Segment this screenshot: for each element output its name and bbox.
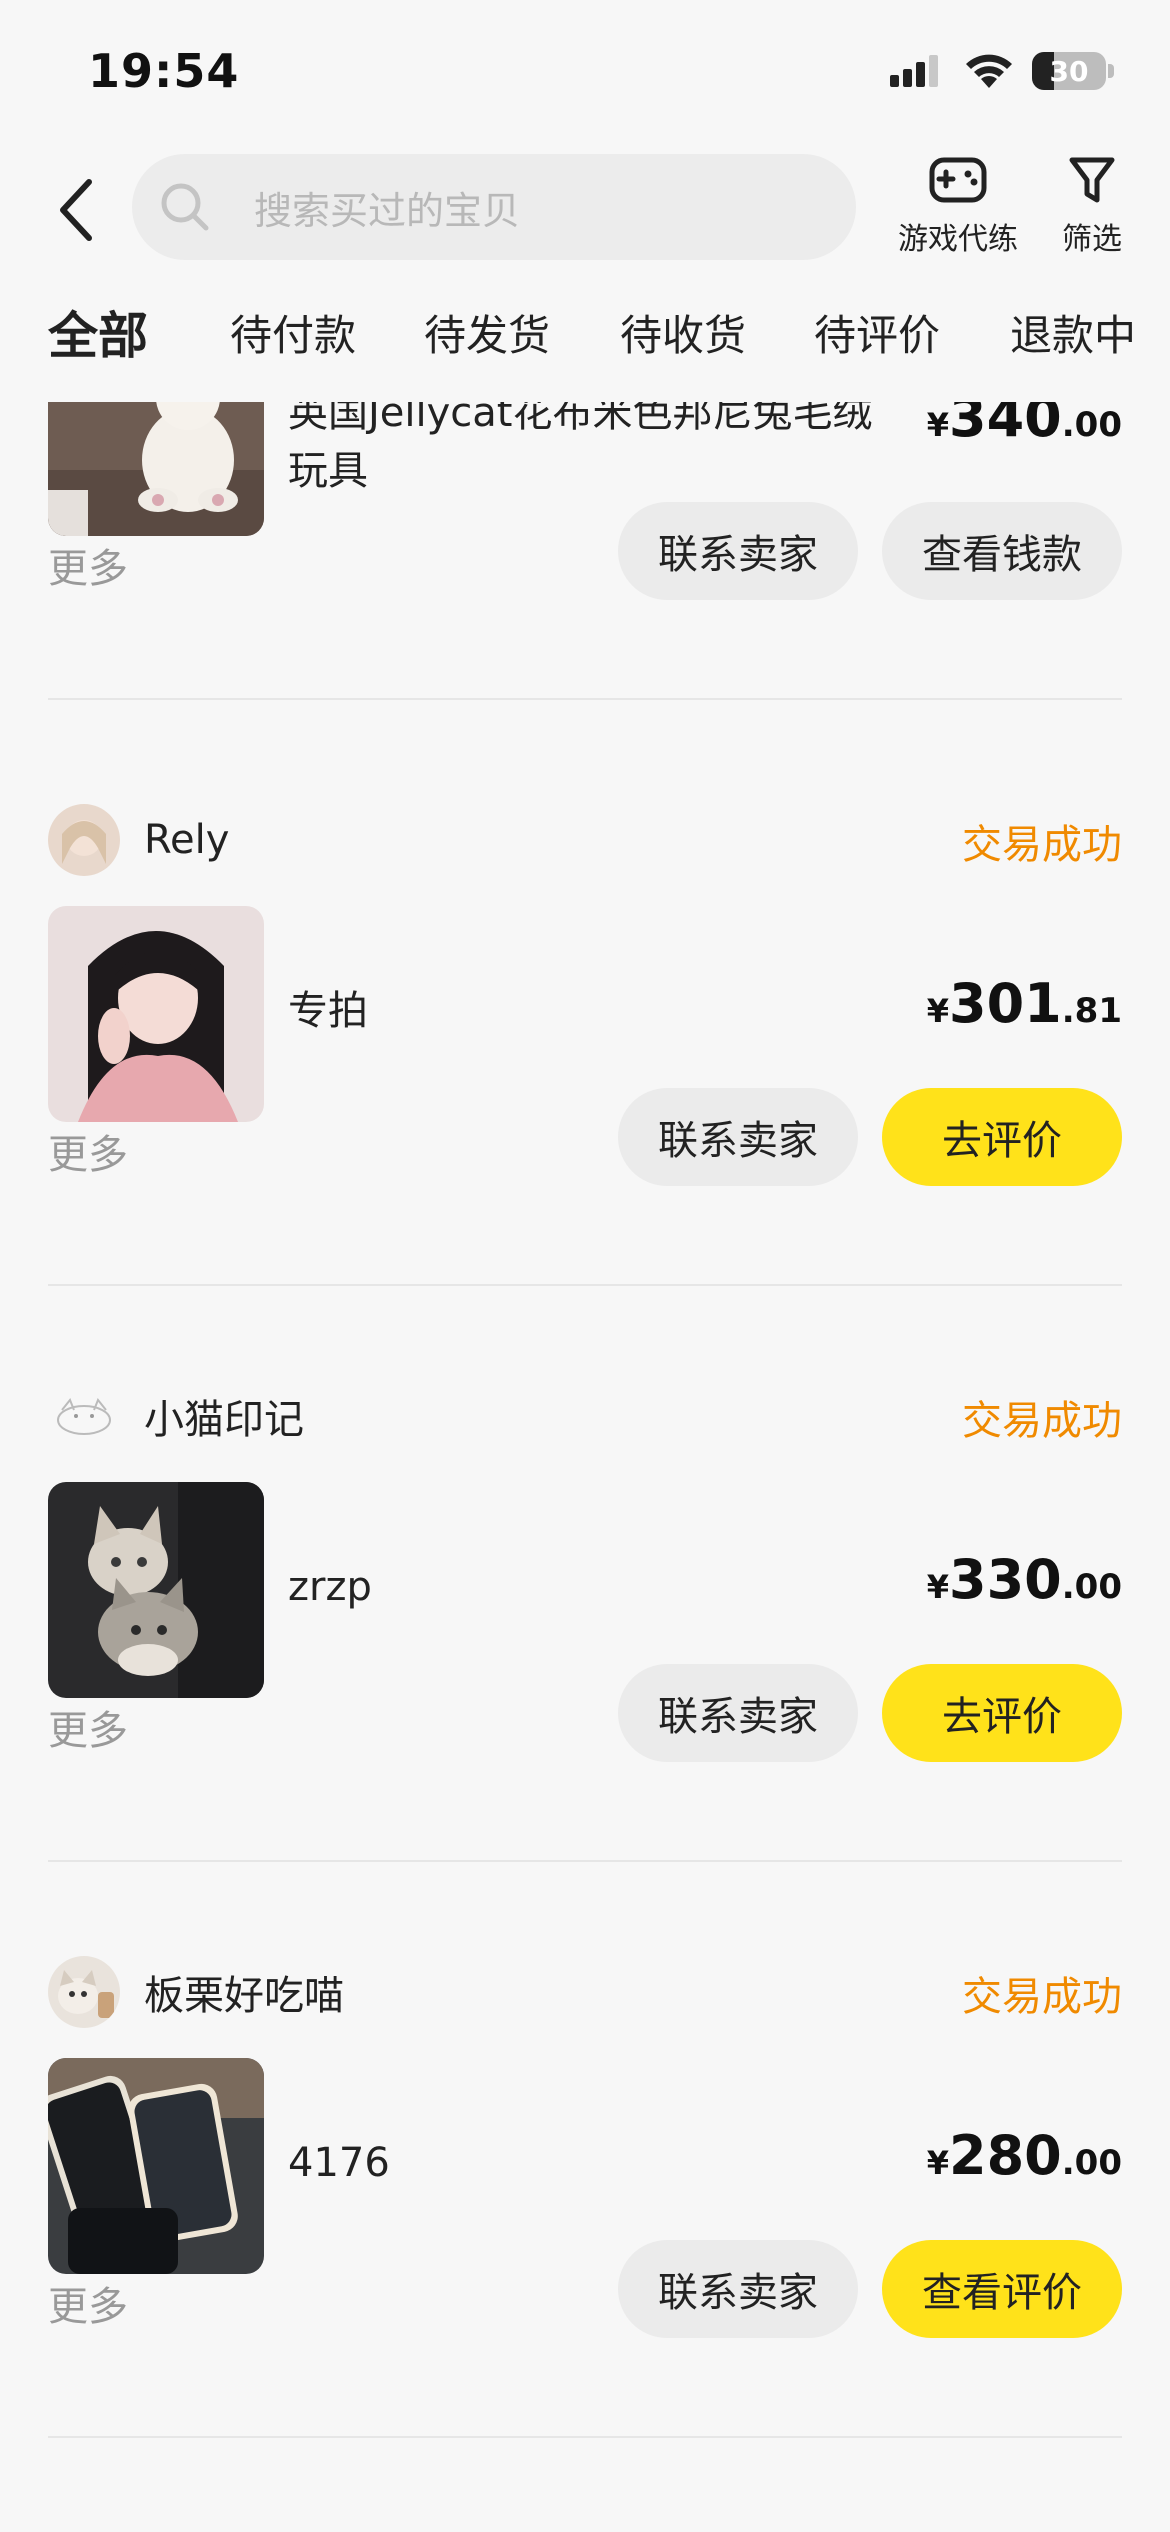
contact-seller-button[interactable]: 联系卖家 bbox=[618, 2240, 858, 2338]
order-card: Rely 交易成功 专拍 ¥301.81 更多 联系卖家 去评价 bbox=[0, 802, 1170, 1378]
battery-icon: 30 bbox=[1032, 52, 1106, 90]
divider bbox=[48, 698, 1122, 700]
more-button[interactable]: 更多 bbox=[48, 1122, 128, 1180]
price-integer: 330 bbox=[949, 1548, 1062, 1611]
tab-pending-payment-label: 待付款 bbox=[230, 311, 357, 360]
tab-refunding-label: 退款中 bbox=[1010, 311, 1137, 360]
shop-name: 板栗好吃喵 bbox=[144, 1973, 344, 2019]
price-currency: ¥ bbox=[926, 2144, 950, 2182]
tab-pending-receipt-label: 待收货 bbox=[620, 311, 747, 360]
price-integer: 340 bbox=[949, 402, 1062, 449]
price-currency: ¥ bbox=[926, 406, 950, 444]
shop-avatar bbox=[48, 1956, 120, 2028]
order-status: 交易成功 bbox=[962, 1974, 1122, 2020]
price-integer: 301 bbox=[949, 972, 1062, 1035]
tab-all[interactable]: 全部 bbox=[48, 296, 148, 368]
divider bbox=[48, 2436, 1122, 2438]
order-list[interactable]: 英国Jellycat花布米色邦尼兔毛绒玩具 ¥340.00 更多 联系卖家 查看… bbox=[0, 402, 1170, 2532]
price-currency: ¥ bbox=[926, 992, 950, 1030]
item-title[interactable]: 英国Jellycat花布米色邦尼兔毛绒玩具 bbox=[288, 402, 888, 500]
product-image-photo[interactable] bbox=[48, 906, 264, 1122]
product-image-phones[interactable] bbox=[48, 2058, 264, 2274]
wifi-icon bbox=[966, 54, 1012, 88]
order-card: 英国Jellycat花布米色邦尼兔毛绒玩具 ¥340.00 更多 联系卖家 查看… bbox=[0, 402, 1170, 792]
status-time: 19:54 bbox=[88, 44, 240, 98]
order-list-page: 19:54 30 搜索买过的宝贝 游戏代练 筛选 全部 待付款 待发货 待收货 … bbox=[0, 0, 1170, 2532]
product-image-bunny-plush[interactable] bbox=[48, 402, 264, 536]
contact-seller-button[interactable]: 联系卖家 bbox=[618, 502, 858, 600]
chevron-left-icon bbox=[60, 179, 92, 241]
shop-row[interactable]: Rely 交易成功 bbox=[48, 802, 1122, 878]
tab-pending-review-label: 待评价 bbox=[814, 311, 941, 360]
view-review-button[interactable]: 查看评价 bbox=[882, 2240, 1122, 2338]
price-decimal: .00 bbox=[1061, 1567, 1122, 1607]
item-price: ¥301.81 bbox=[927, 972, 1122, 1035]
battery-tip bbox=[1108, 64, 1114, 78]
shop-name: Rely bbox=[144, 817, 230, 863]
item-title[interactable]: 4176 bbox=[288, 2134, 888, 2192]
more-button[interactable]: 更多 bbox=[48, 536, 128, 594]
contact-seller-button[interactable]: 联系卖家 bbox=[618, 1664, 858, 1762]
price-decimal: .00 bbox=[1061, 2143, 1122, 2183]
price-integer: 280 bbox=[949, 2124, 1062, 2187]
divider bbox=[48, 1284, 1122, 1286]
order-status: 交易成功 bbox=[962, 1398, 1122, 1444]
divider bbox=[48, 1860, 1122, 1862]
item-title[interactable]: 专拍 bbox=[288, 982, 888, 1040]
gamepad-icon bbox=[929, 157, 987, 203]
product-image-kittens[interactable] bbox=[48, 1482, 264, 1698]
status-icons: 30 bbox=[890, 52, 1114, 90]
order-status: 交易成功 bbox=[962, 822, 1122, 868]
contact-seller-button[interactable]: 联系卖家 bbox=[618, 1088, 858, 1186]
more-button[interactable]: 更多 bbox=[48, 1698, 128, 1756]
game-boost-label: 游戏代练 bbox=[898, 222, 1018, 257]
search-input[interactable]: 搜索买过的宝贝 bbox=[132, 154, 856, 260]
header: 搜索买过的宝贝 游戏代练 筛选 bbox=[0, 150, 1170, 270]
shop-name: 小猫印记 bbox=[144, 1397, 304, 1443]
item-price: ¥340.00 bbox=[927, 402, 1122, 449]
price-decimal: .81 bbox=[1061, 991, 1122, 1031]
tab-pending-review[interactable]: 待评价 bbox=[814, 302, 940, 363]
filter-icon bbox=[1069, 157, 1115, 203]
shop-avatar bbox=[48, 1380, 120, 1452]
battery-level: 30 bbox=[1049, 54, 1089, 88]
status-bar: 19:54 30 bbox=[0, 0, 1170, 140]
item-title[interactable]: zrzp bbox=[288, 1558, 888, 1616]
back-button[interactable] bbox=[42, 170, 112, 250]
shop-row[interactable]: 小猫印记 交易成功 bbox=[48, 1378, 1122, 1454]
tab-refunding[interactable]: 退款中 bbox=[1010, 302, 1136, 363]
cellular-signal-icon bbox=[890, 55, 938, 87]
order-card: 小猫印记 交易成功 zrzp ¥330.00 更多 联系卖家 去评价 bbox=[0, 1378, 1170, 1954]
game-boost-button[interactable]: 游戏代练 bbox=[888, 154, 1028, 258]
filter-button[interactable]: 筛选 bbox=[1050, 154, 1134, 258]
write-review-button[interactable]: 去评价 bbox=[882, 1664, 1122, 1762]
shop-avatar bbox=[48, 804, 120, 876]
search-placeholder: 搜索买过的宝贝 bbox=[254, 188, 521, 233]
tab-pending-shipment[interactable]: 待发货 bbox=[424, 302, 550, 363]
item-price: ¥330.00 bbox=[927, 1548, 1122, 1611]
price-currency: ¥ bbox=[926, 1568, 950, 1606]
tab-all-label: 全部 bbox=[48, 307, 148, 365]
price-decimal: .00 bbox=[1061, 405, 1122, 445]
write-review-button[interactable]: 去评价 bbox=[882, 1088, 1122, 1186]
shop-row[interactable]: 板栗好吃喵 交易成功 bbox=[48, 1954, 1122, 2030]
more-button[interactable]: 更多 bbox=[48, 2274, 128, 2332]
view-payment-button[interactable]: 查看钱款 bbox=[882, 502, 1122, 600]
tab-pending-shipment-label: 待发货 bbox=[424, 311, 551, 360]
item-price: ¥280.00 bbox=[927, 2124, 1122, 2187]
order-card: 板栗好吃喵 交易成功 4176 ¥280.00 更多 联系卖家 查看评价 bbox=[0, 1954, 1170, 2530]
tab-pending-receipt[interactable]: 待收货 bbox=[620, 302, 746, 363]
filter-label: 筛选 bbox=[1062, 222, 1122, 257]
search-icon bbox=[161, 183, 209, 231]
order-tabs: 全部 待付款 待发货 待收货 待评价 退款中 bbox=[0, 296, 1170, 376]
tab-pending-payment[interactable]: 待付款 bbox=[230, 302, 356, 363]
